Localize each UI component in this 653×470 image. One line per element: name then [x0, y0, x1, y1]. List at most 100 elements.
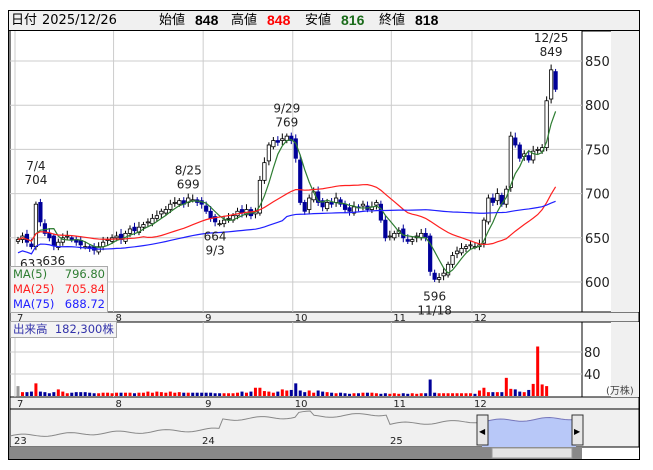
candle	[302, 199, 307, 215]
candle-body	[441, 272, 446, 277]
volume-bar	[83, 392, 87, 396]
candle-body	[114, 235, 119, 239]
volume-bar	[406, 393, 410, 396]
volume-bar	[61, 391, 65, 396]
ma75-value: 688.72	[64, 297, 105, 311]
candle-body	[553, 71, 558, 90]
volume-bar	[330, 392, 334, 396]
volume-bar	[527, 389, 531, 396]
volume-bar	[303, 392, 307, 396]
candle	[24, 229, 30, 247]
navigator-left-arrow-icon: ◀	[479, 427, 486, 436]
candle	[280, 133, 285, 145]
price-tick-label: 600	[585, 276, 610, 291]
candle-body	[329, 202, 334, 205]
candle	[96, 242, 101, 255]
candle	[342, 200, 348, 214]
ma5-value: 796.80	[64, 267, 105, 281]
volume-bar	[491, 392, 495, 396]
candle-body	[437, 277, 442, 280]
candle-body	[486, 197, 491, 223]
candle	[517, 142, 522, 162]
volume-label: 出来高	[13, 322, 48, 336]
candle-body	[508, 135, 513, 188]
stock-chart[interactable]: 8508007507006506008040(万株)77889910101111…	[0, 0, 653, 470]
volume-bar	[379, 393, 383, 396]
month-label: 9	[205, 399, 211, 410]
candle	[293, 134, 298, 163]
volume-bar	[128, 392, 132, 396]
candle	[244, 204, 249, 218]
candle	[490, 193, 495, 206]
annotation-value: 11/18	[417, 304, 452, 318]
candle-body	[333, 197, 339, 203]
price-tick-label: 650	[585, 232, 610, 247]
candle-body	[172, 202, 177, 204]
volume-bar	[159, 392, 163, 396]
annotation-value: 699	[177, 177, 200, 191]
annotation-value: 769	[275, 116, 298, 130]
candle-body	[163, 209, 168, 214]
volume-bar	[348, 393, 352, 396]
scrollbar-thumb[interactable]	[491, 447, 573, 459]
volume-bar	[486, 392, 490, 396]
candle	[374, 199, 379, 210]
volume-bar	[397, 393, 401, 396]
candle-body	[29, 243, 34, 248]
volume-bar	[365, 392, 369, 396]
candle	[531, 145, 536, 164]
candle-body	[401, 228, 406, 239]
volume-bar	[150, 392, 154, 396]
candle-body	[159, 210, 164, 215]
volume-bar	[316, 390, 320, 396]
volume-bar	[186, 392, 190, 396]
candle	[383, 215, 388, 242]
volume-bar	[392, 393, 396, 396]
volume-bar	[437, 393, 441, 396]
volume-bar	[258, 387, 262, 396]
volume-bar	[195, 392, 199, 396]
volume-bar	[289, 389, 293, 396]
candle-body	[226, 217, 231, 220]
ma75-label: MA(75)	[13, 297, 55, 311]
volume-bar	[222, 393, 226, 396]
candle	[378, 200, 383, 223]
volume-bar	[177, 392, 181, 396]
volume-bar	[477, 390, 481, 396]
navigator-year-label: 25	[390, 436, 403, 447]
volume-bar	[16, 386, 20, 396]
candle	[549, 64, 554, 104]
volume-bar	[415, 393, 419, 396]
candle-body	[262, 162, 267, 181]
volume-bar	[115, 392, 119, 396]
ma25-label: MA(25)	[13, 282, 55, 296]
candle-body	[127, 228, 133, 234]
volume-bar	[124, 392, 128, 396]
candle	[338, 197, 343, 207]
volume-bar	[518, 391, 522, 396]
volume-bar	[442, 393, 446, 396]
navigator-right-arrow-icon: ▶	[574, 427, 581, 436]
candle-body	[51, 235, 56, 247]
candle	[320, 198, 325, 212]
volume-value: 182,300株	[54, 322, 114, 336]
volume-bar	[92, 393, 96, 396]
volume-bar	[79, 392, 83, 396]
volume-bar	[410, 393, 414, 396]
annotation-date: 12/25	[534, 31, 569, 45]
candle	[307, 194, 312, 214]
volume-bar	[25, 392, 29, 396]
candle	[42, 219, 47, 237]
ma-legend: MA(5) 796.80 MA(25) 705.84 MA(75) 688.72	[10, 266, 108, 313]
volume-bar	[285, 390, 289, 396]
volume-bar	[361, 392, 365, 396]
volume-bar	[70, 392, 74, 396]
candle-body	[459, 248, 464, 254]
candle-body	[177, 200, 182, 205]
navigator-selection	[481, 417, 580, 447]
candle-body	[387, 235, 392, 238]
volume-bar	[119, 392, 123, 396]
volume-bar	[164, 392, 168, 396]
volume-bar	[531, 383, 535, 396]
volume-bar	[370, 392, 374, 396]
